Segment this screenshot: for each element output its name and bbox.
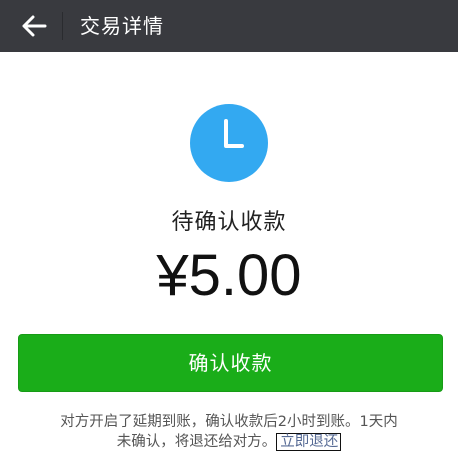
top-navigation-bar: 交易详情 bbox=[0, 0, 458, 52]
back-button[interactable] bbox=[14, 8, 54, 44]
notice-line-2: 未确认，将退还给对方。 bbox=[116, 434, 277, 450]
confirm-receipt-button[interactable]: 确认收款 bbox=[18, 334, 443, 392]
transaction-details-page: 交易详情 待确认收款 ¥5.00 确认收款 对方开启了延期到账，确认收款后2小时… bbox=[0, 0, 458, 458]
clock-icon bbox=[190, 104, 268, 182]
amount-value: ¥5.00 bbox=[156, 243, 302, 308]
status-label: 待确认收款 bbox=[171, 210, 287, 235]
arrow-left-icon bbox=[22, 15, 47, 37]
page-title: 交易详情 bbox=[80, 14, 164, 38]
delay-notice: 对方开启了延期到账，确认收款后2小时到账。1天内 未确认，将退还给对方。 立即退还 bbox=[14, 412, 444, 452]
refund-now-link[interactable]: 立即退还 bbox=[276, 433, 342, 451]
header-divider bbox=[62, 12, 63, 40]
notice-line-1: 对方开启了延期到账，确认收款后2小时到账。1天内 bbox=[60, 414, 398, 430]
